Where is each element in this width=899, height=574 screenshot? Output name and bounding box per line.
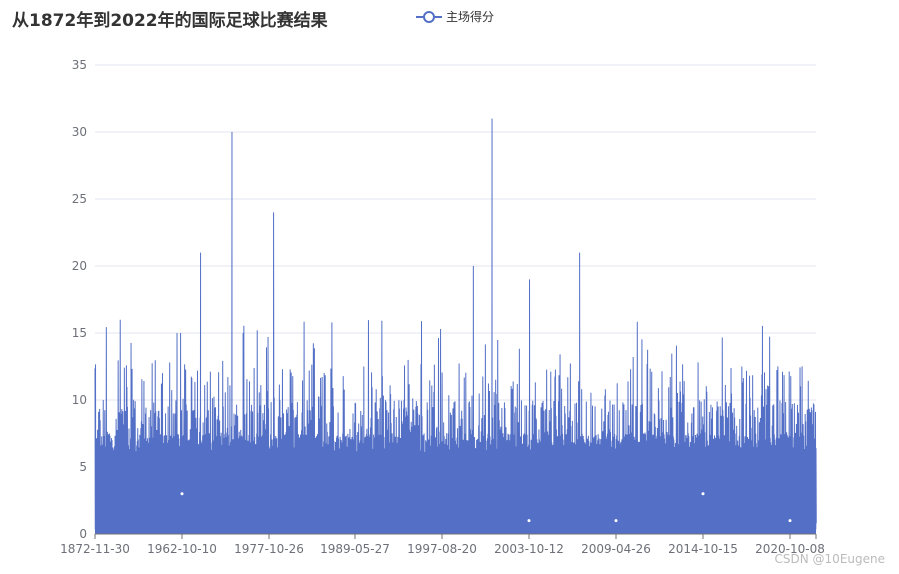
watermark: CSDN @10Eugene xyxy=(774,552,885,566)
x-tick-label: 1977-10-26 xyxy=(234,542,304,556)
x-tick-label: 1997-08-20 xyxy=(407,542,477,556)
y-axis: 0 5 10 15 20 25 30 35 xyxy=(72,58,87,541)
legend-item-home-score[interactable]: 主场得分 xyxy=(416,8,494,25)
y-tick-label: 0 xyxy=(79,527,87,541)
series-point-marker xyxy=(180,492,184,496)
y-tick-label: 20 xyxy=(72,259,87,273)
legend-line-circle-icon xyxy=(416,10,442,23)
x-tick-label: 2014-10-15 xyxy=(668,542,738,556)
x-tick-label: 2003-10-12 xyxy=(494,542,564,556)
y-tick-label: 30 xyxy=(72,125,87,139)
y-tick-label: 25 xyxy=(72,192,87,206)
series-point-marker xyxy=(614,519,618,523)
y-tick-label: 35 xyxy=(72,58,87,72)
y-tick-label: 5 xyxy=(79,460,87,474)
chart-title: 从1872年到2022年的国际足球比赛结果 xyxy=(12,11,328,31)
x-tick-label: 1989-05-27 xyxy=(320,542,390,556)
x-tick-label: 2009-04-26 xyxy=(581,542,651,556)
x-tick-label: 1872-11-30 xyxy=(60,542,130,556)
series-line-home-score xyxy=(94,118,817,535)
series-point-marker xyxy=(527,519,531,523)
plot-area xyxy=(94,118,817,535)
y-tick-label: 10 xyxy=(72,393,87,407)
series-point-marker xyxy=(701,492,705,496)
legend-label: 主场得分 xyxy=(446,10,495,24)
series-point-marker xyxy=(788,519,792,523)
chart-canvas: 0 5 10 15 20 25 30 35 1872-11-30 1962-10-10 1977-… xyxy=(60,58,825,556)
y-tick-label: 15 xyxy=(72,326,87,340)
x-axis: 1872-11-30 1962-10-10 1977-10-26 1989-05-27… xyxy=(60,533,825,556)
x-tick-label: 1962-10-10 xyxy=(147,542,217,556)
